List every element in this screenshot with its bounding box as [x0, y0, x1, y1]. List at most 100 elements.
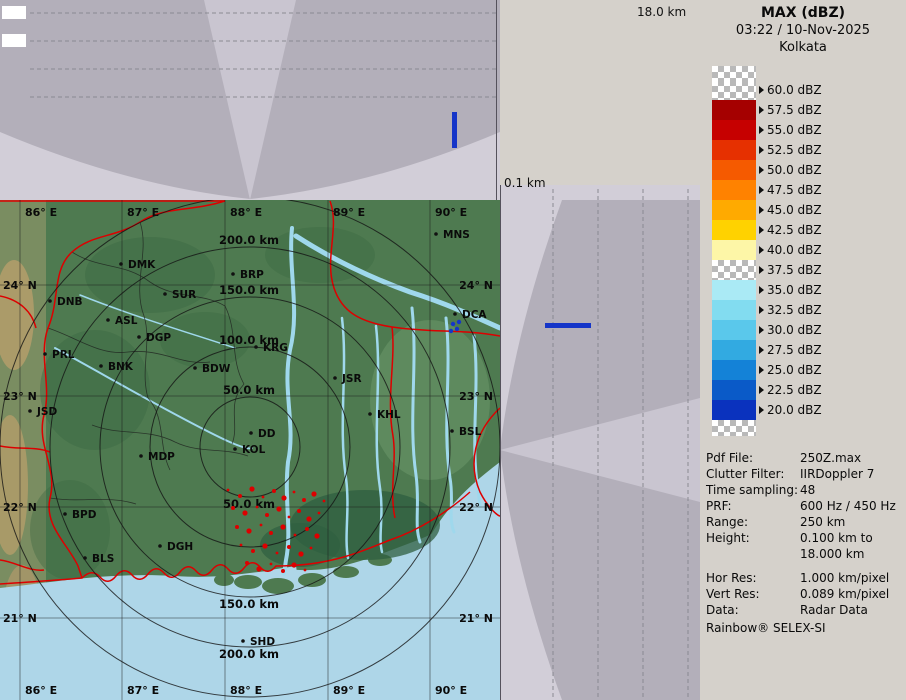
station-label: BSL [459, 426, 482, 438]
boundary-speckle [269, 531, 273, 535]
legend-row: 60.0 dBZ [712, 80, 822, 100]
station-dot [106, 318, 110, 322]
metadata-value: 18.000 km [800, 546, 864, 562]
station-label: JSD [36, 406, 57, 418]
legend-rows: 60.0 dBZ57.5 dBZ55.0 dBZ52.5 dBZ50.0 dBZ… [712, 80, 822, 420]
cross-section-side-panel [500, 185, 700, 700]
radar-echo-dot [457, 320, 461, 324]
metadata-row: Vert Res:0.089 km/pixel [706, 586, 904, 602]
station-dot [163, 292, 167, 296]
station-dot [193, 366, 197, 370]
map-island [333, 566, 359, 578]
station-label: BPD [72, 509, 97, 521]
station-label: DMK [128, 259, 156, 271]
metadata-label: Time sampling: [706, 482, 800, 498]
station-label: BLS [92, 553, 114, 565]
metadata-value: 250 km [800, 514, 845, 530]
legend-dbz-label: 20.0 dBZ [767, 403, 822, 417]
boundary-speckle [281, 495, 286, 500]
latitude-label: 23° N [3, 390, 37, 403]
station-dot [368, 412, 372, 416]
range-ring-label: 200.0 km [219, 647, 279, 661]
legend-dbz-label: 25.0 dBZ [767, 363, 822, 377]
radar-echo-dot [455, 327, 459, 331]
legend-row: 27.5 dBZ [712, 340, 822, 360]
metadata-label [706, 546, 800, 562]
boundary-speckle [287, 545, 291, 549]
longitude-label: 87° E [127, 206, 159, 219]
station-dot [254, 345, 258, 349]
product-metadata: Pdf File:250Z.maxClutter Filter:IIRDoppl… [706, 450, 904, 636]
boundary-speckle [251, 549, 255, 553]
metadata-value: 1.000 km/pixel [800, 570, 889, 586]
metadata-label: Hor Res: [706, 570, 800, 586]
legend-arrow-icon [759, 246, 764, 254]
radar-echo-dot [449, 329, 453, 333]
boundary-speckle [294, 534, 297, 537]
boundary-speckle [276, 552, 279, 555]
boundary-speckle [323, 500, 326, 503]
height-axis-max-label: 18.0 km [637, 5, 686, 19]
legend-dbz-label: 22.5 dBZ [767, 383, 822, 397]
legend-row: 22.5 dBZ [712, 380, 822, 400]
map-island [298, 573, 326, 587]
legend-swatch [712, 100, 756, 120]
legend-swatch [712, 80, 756, 100]
metadata-row: Time sampling:48 [706, 482, 904, 498]
longitude-label: 88° E [230, 206, 262, 219]
boundary-speckle [262, 543, 267, 548]
legend-arrow-icon [759, 326, 764, 334]
legend-row: 42.5 dBZ [712, 220, 822, 240]
legend-dbz-label: 45.0 dBZ [767, 203, 822, 217]
longitude-label: 88° E [230, 684, 262, 697]
range-ring-label: 50.0 km [223, 383, 275, 397]
legend-row: 30.0 dBZ [712, 320, 822, 340]
boundary-speckle [306, 516, 311, 521]
legend-arrow-icon [759, 286, 764, 294]
station-dot [119, 262, 123, 266]
longitude-label: 87° E [127, 684, 159, 697]
latitude-label: 24° N [459, 279, 493, 292]
metadata-label: Vert Res: [706, 586, 800, 602]
boundary-speckle [310, 547, 313, 550]
station-dot [249, 431, 253, 435]
station-label: DGP [146, 332, 171, 344]
boundary-speckle [260, 524, 263, 527]
longitude-label: 90° E [435, 206, 467, 219]
radar-site-name: Kolkata [700, 40, 906, 55]
legend-swatch [712, 200, 756, 220]
legend-overflow-checker [712, 66, 756, 80]
legend-swatch [712, 360, 756, 380]
legend-swatch [712, 400, 756, 420]
legend-arrow-icon [759, 186, 764, 194]
boundary-speckle [238, 494, 242, 498]
metadata-value: 0.089 km/pixel [800, 586, 889, 602]
station-dot [231, 272, 235, 276]
legend-dbz-label: 50.0 dBZ [767, 163, 822, 177]
legend-swatch [712, 380, 756, 400]
cross-section-top-panel [0, 0, 500, 200]
legend-panel: MAX (dBZ) 03:22 / 10-Nov-2025 Kolkata 60… [700, 0, 906, 700]
boundary-speckle [256, 506, 259, 509]
legend-dbz-label: 52.5 dBZ [767, 143, 822, 157]
station-dot [83, 556, 87, 560]
station-dot [233, 447, 237, 451]
map-forest-patch [265, 227, 375, 283]
legend-swatch [712, 120, 756, 140]
station-label: JSR [341, 373, 362, 385]
station-dot [333, 376, 337, 380]
legend-swatch [712, 220, 756, 240]
legend-row: 20.0 dBZ [712, 400, 822, 420]
boundary-speckle [270, 563, 273, 566]
station-dot [453, 312, 457, 316]
station-label: BNK [108, 361, 134, 373]
boundary-speckle [246, 528, 251, 533]
boundary-speckle [293, 491, 296, 494]
legend-dbz-label: 32.5 dBZ [767, 303, 822, 317]
legend-row: 55.0 dBZ [712, 120, 822, 140]
boundary-speckle [231, 506, 235, 510]
boundary-speckle [280, 524, 285, 529]
latitude-label: 22° N [3, 501, 37, 514]
boundary-speckle [249, 486, 254, 491]
metadata-label: Clutter Filter: [706, 466, 800, 482]
